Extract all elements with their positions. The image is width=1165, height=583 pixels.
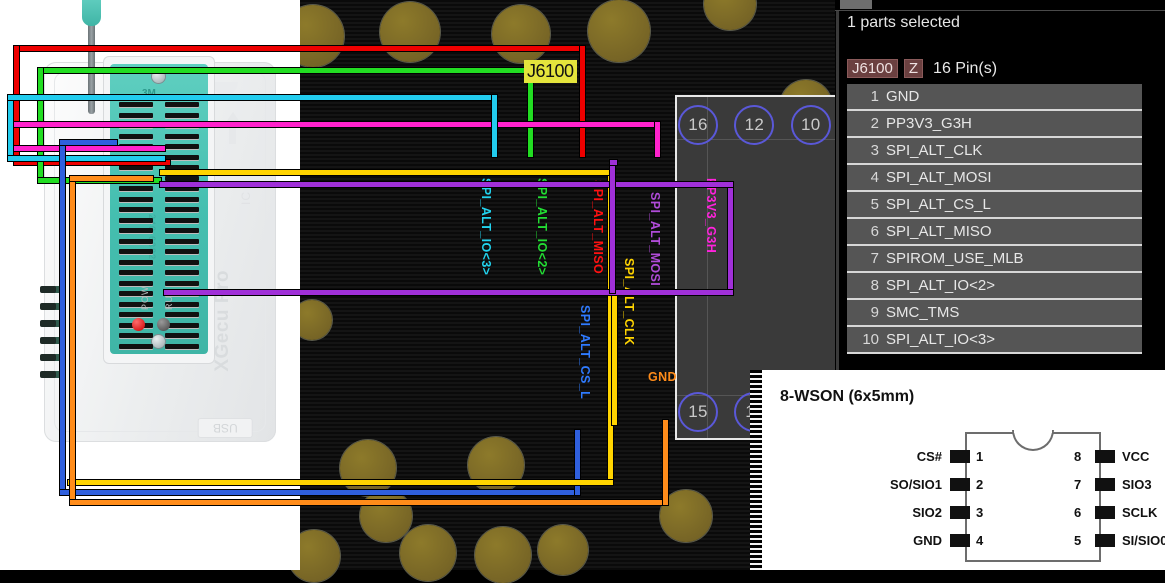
chip-pin-name: SO/SIO1 [889,477,942,492]
wire-spi-alt-cs-l [60,140,117,145]
wire-spi-alt-io3 [8,95,13,161]
pin-row-netname: SPI_ALT_CS_L [886,196,991,213]
wire-spi-alt-io3 [8,156,165,161]
chip-pad-right [1095,506,1115,519]
wire-spi-alt-clk [68,480,613,485]
wire-spi-alt-miso [580,46,585,157]
pin-list-row[interactable]: 9 SMC_TMS [847,300,1142,327]
wire-spi-alt-mosi [160,182,733,187]
wire-spi-alt-cs-l [575,430,580,495]
chip-pin-name: SIO2 [912,505,942,520]
chip-pad-left [950,534,970,547]
chip-pin-number: 4 [976,533,984,548]
pin-row-netname: GND [886,88,920,105]
pin-row-netname: SPIROM_USE_MLB [886,250,1024,267]
chip-pad-right [1095,478,1115,491]
chip-pin-name: SIO3 [1122,477,1152,492]
selection-count-text: 1 parts selected [847,14,960,31]
wire-pp3v3-g3h [8,146,165,151]
wire-gnd [70,176,153,181]
chip-pin-number: 7 [1074,477,1082,492]
chip-pin-name: CS# [916,449,942,464]
pin-row-netname: SPI_ALT_IO<3> [886,331,995,348]
chip-pin-name: SI/SIO0 [1122,533,1165,548]
pin-row-number: 10 [862,331,879,348]
pin-row-number: 3 [870,142,879,159]
chip-pin-number: 3 [976,505,984,520]
pin-row-number: 4 [870,169,879,186]
chip-pad-left [950,478,970,491]
package-title: 8-WSON (6x5mm) [780,388,915,405]
wire-spi-alt-mosi [610,160,615,293]
chip-pin-number: 2 [976,477,984,492]
pin-list-row[interactable]: 5 SPI_ALT_CS_L [847,192,1142,219]
pin-list-row[interactable]: 4 SPI_ALT_MOSI [847,165,1142,192]
pin-row-number: 1 [870,88,879,105]
datasheet-inset: 8-WSON (6x5mm) 1 CS# 2 SO/SIO1 3 SIO2 4 GND 8 VCC… [750,370,1165,570]
pin-row-netname: SPI_ALT_CLK [886,142,983,159]
wire-spi-alt-mosi [164,290,733,295]
wire-pp3v3-g3h [8,122,660,127]
pin-row-number: 9 [870,304,879,321]
wire-gnd [70,500,668,505]
wire-spi-alt-mosi [728,182,733,295]
pin-row-netname: SPI_ALT_IO<2> [886,277,995,294]
ref-designator-badge[interactable]: J6100 [847,59,898,78]
pin-row-netname: SPI_ALT_MISO [886,223,992,240]
chip-pad-right [1095,534,1115,547]
pin-count-label: 16 Pin(s) [933,59,998,77]
wire-spi-alt-miso [14,46,585,51]
wire-spi-alt-cs-l [60,140,65,495]
wire-spi-alt-io3 [8,95,497,100]
panel-left-scrollbar[interactable] [836,11,839,375]
selection-info-panel: 1 parts selected J6100 Z 16 Pin(s) 1 GND 2… [835,0,1165,375]
pin-list[interactable]: 1 GND 2 PP3V3_G3H 3 SPI_ALT_CLK 4 SPI_ALT_MOSI 5… [847,84,1142,354]
chip-pin-number: 6 [1074,505,1082,520]
chip-pin-name: SCLK [1122,505,1158,520]
wire-spi-alt-mosi [610,160,617,165]
pin-row-number: 6 [870,223,879,240]
chip-notch-mask [1014,428,1052,433]
part-header-row: J6100 Z 16 Pin(s) [847,59,997,78]
pin-row-number: 8 [870,277,879,294]
chip-pad-right [1095,450,1115,463]
screenshot-root: 16121086421415119753113 SPI_ALT_IO<3>SPI… [0,0,1165,583]
wire-spi-alt-cs-l [60,490,580,495]
wire-gnd [70,176,75,505]
chip-pad-left [950,450,970,463]
pin-row-netname: PP3V3_G3H [886,115,972,132]
chip-pad-left [950,506,970,519]
pcb-designator-label: J6100 [524,60,577,83]
chip-pin-number: 5 [1074,533,1082,548]
pin-list-row[interactable]: 8 SPI_ALT_IO<2> [847,273,1142,300]
pin-row-netname: SMC_TMS [886,304,960,321]
pin-list-row[interactable]: 7 SPIROM_USE_MLB [847,246,1142,273]
wire-spi-alt-clk [160,170,613,175]
wire-spi-alt-clk [612,290,617,425]
panel-top-button[interactable] [840,0,872,9]
pin-list-row[interactable]: 2 PP3V3_G3H [847,111,1142,138]
chip-pin-number: 8 [1074,449,1082,464]
pin-list-row[interactable]: 1 GND [847,84,1142,111]
pin-row-number: 2 [870,115,879,132]
pin-list-row[interactable]: 10 SPI_ALT_IO<3> [847,327,1142,354]
chip-pin-name: VCC [1122,449,1150,464]
pin-row-number: 5 [870,196,879,213]
wire-spi-alt-io2 [38,68,533,73]
panel-divider [835,10,1165,11]
pin-list-row[interactable]: 3 SPI_ALT_CLK [847,138,1142,165]
pin-row-number: 7 [870,250,879,267]
pin-row-netname: SPI_ALT_MOSI [886,169,992,186]
wire-spi-alt-io3 [492,95,497,157]
datasheet-edge-strip [750,370,762,570]
pcb-designator-text: J6100 [527,61,574,81]
wire-pp3v3-g3h [655,122,660,157]
wire-gnd [663,420,668,505]
chip-pin-number: 1 [976,449,984,464]
pin-list-row[interactable]: 6 SPI_ALT_MISO [847,219,1142,246]
layer-badge[interactable]: Z [903,59,924,78]
chip-pin-name: GND [913,533,942,548]
